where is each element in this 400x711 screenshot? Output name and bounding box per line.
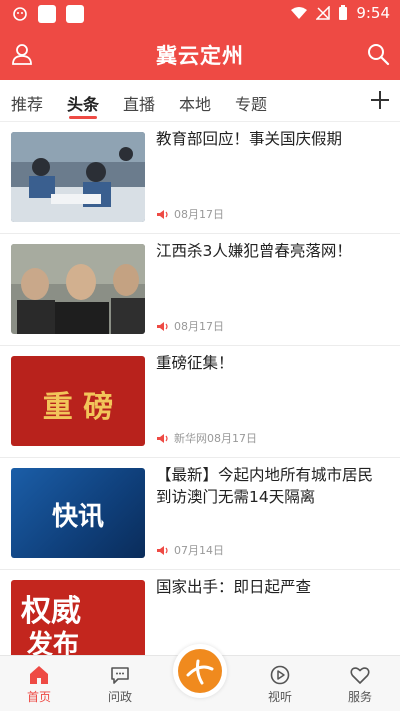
news-headline: 重磅征集！: [156, 354, 234, 372]
news-meta: 新华网08月17日: [156, 430, 257, 446]
tab-recommend[interactable]: 推荐: [11, 91, 43, 115]
tab-headlines[interactable]: 头条: [67, 91, 99, 115]
news-thumbnail: 重 磅: [11, 356, 145, 446]
status-time: 9:54: [356, 4, 390, 22]
center-logo-button[interactable]: [173, 644, 227, 698]
news-item[interactable]: 江西杀3人嫌犯曾春亮落网！ 08月17日: [0, 234, 400, 346]
news-date: 08月17日: [174, 320, 224, 333]
app-title: 冀云定州: [156, 44, 244, 68]
app-logo-icon: [178, 649, 222, 693]
add-channel-icon[interactable]: [368, 88, 392, 112]
news-date: 08月17日: [174, 208, 224, 221]
news-date: 新华网08月17日: [174, 432, 257, 445]
news-thumbnail: [11, 132, 145, 222]
thumbnail-text: 重 磅: [42, 390, 114, 425]
speaker-icon[interactable]: [156, 321, 169, 332]
speaker-icon[interactable]: [156, 433, 169, 444]
news-item[interactable]: 重 磅 重磅征集！ 新华网08月17日: [0, 346, 400, 458]
speaker-icon[interactable]: [156, 545, 169, 556]
wifi-icon: [291, 7, 308, 19]
nav-inquiry[interactable]: 问政: [90, 664, 150, 705]
news-date: 07月14日: [174, 544, 224, 557]
tab-live[interactable]: 直播: [123, 91, 155, 115]
notification-icon: [13, 7, 27, 21]
news-headline: 【最新】今起内地所有城市居民到访澳门无需14天隔离: [156, 466, 374, 506]
news-meta: 08月17日: [156, 206, 224, 222]
news-item[interactable]: 权威 发布 国家出手：即日起严查: [0, 570, 400, 655]
nav-label: 问政: [107, 690, 132, 704]
nav-label: 首页: [26, 690, 51, 704]
news-item[interactable]: 教育部回应！事关国庆假期 08月17日: [0, 122, 400, 234]
news-thumbnail: 权威 发布: [11, 580, 145, 655]
news-meta: 08月17日: [156, 318, 224, 334]
app-notification-icon: [66, 5, 84, 23]
news-headline: 国家出手：即日起严查: [156, 578, 312, 596]
thumbnail-text: 快讯: [51, 502, 104, 532]
news-feed: 教育部回应！事关国庆假期 08月17日 江西杀3人嫌犯曾春亮落网！ 08月17日…: [0, 122, 400, 655]
news-thumbnail: [11, 244, 145, 334]
heart-icon: [350, 667, 370, 684]
home-icon: [30, 666, 48, 684]
battery-icon: [339, 5, 348, 20]
nav-media[interactable]: 视听: [250, 664, 310, 705]
app-header: 冀云定州: [0, 28, 400, 80]
nav-label: 服务: [347, 690, 372, 704]
news-item[interactable]: 快讯 【最新】今起内地所有城市居民到访澳门无需14天隔离 07月14日: [0, 458, 400, 570]
news-meta: 07月14日: [156, 542, 224, 558]
news-headline: 教育部回应！事关国庆假期: [156, 130, 343, 148]
no-signal-icon: [316, 6, 331, 20]
play-icon: [270, 665, 290, 685]
news-thumbnail: 快讯: [11, 468, 145, 558]
suspect-photo: [11, 244, 145, 334]
active-tab-indicator: [69, 116, 97, 119]
news-headline: 江西杀3人嫌犯曾春亮落网！: [156, 242, 352, 260]
status-right: 9:54: [290, 4, 390, 22]
channel-tabs: 推荐 头条 直播 本地 专题: [0, 80, 400, 122]
status-left: [12, 5, 84, 23]
thumbnail-text: 发布: [27, 630, 80, 655]
tab-topics[interactable]: 专题: [235, 91, 267, 115]
status-bar: 9:54: [0, 0, 400, 28]
classroom-photo: [11, 132, 145, 222]
nav-services[interactable]: 服务: [330, 664, 390, 705]
search-icon[interactable]: [364, 40, 392, 68]
nav-label: 视听: [267, 690, 292, 704]
speaker-icon[interactable]: [156, 209, 169, 220]
nav-home[interactable]: 首页: [9, 664, 69, 705]
logo-mark: [186, 659, 214, 685]
app-notification-icon: [38, 5, 56, 23]
chat-icon: [111, 667, 129, 684]
tab-local[interactable]: 本地: [179, 91, 211, 115]
